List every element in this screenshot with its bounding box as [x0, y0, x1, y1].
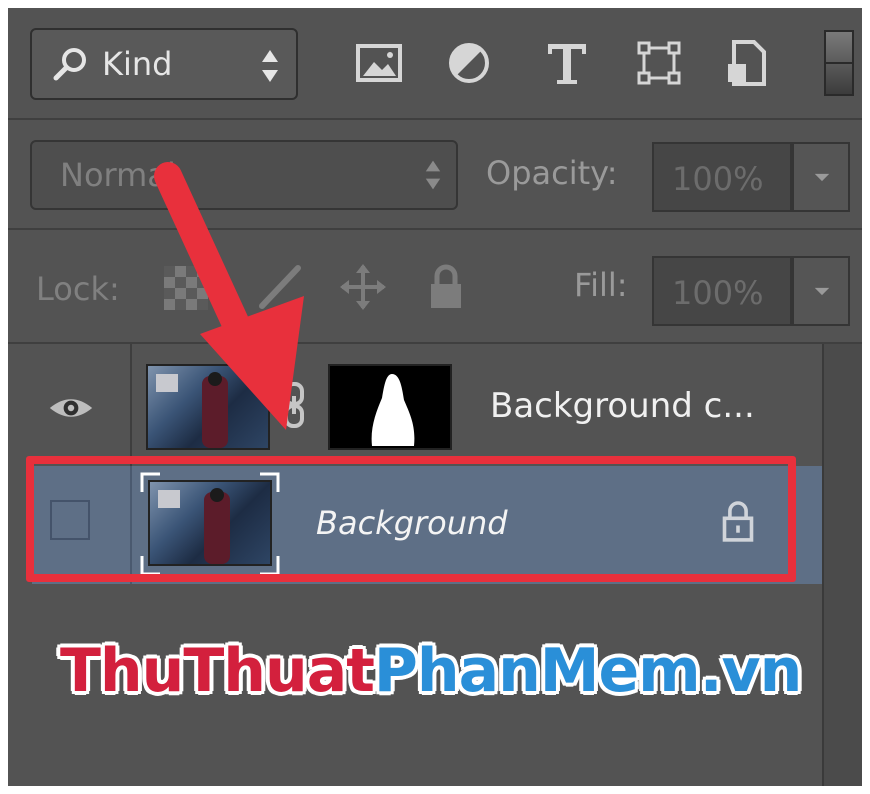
opacity-dropdown-button[interactable]	[792, 142, 850, 212]
filter-toggle-icon[interactable]	[824, 30, 854, 96]
kind-filter-select[interactable]: Kind	[30, 28, 298, 100]
eye-visibility-icon[interactable]	[48, 394, 94, 422]
layers-scrollbar[interactable]	[822, 344, 862, 786]
kind-filter-label: Kind	[102, 45, 173, 83]
filter-row: Kind	[8, 8, 862, 118]
chevron-down-icon	[814, 173, 830, 182]
layer-row[interactable]: Background c...	[8, 344, 822, 466]
opacity-value: 100%	[672, 160, 764, 198]
lock-row: Lock: Fill: 100%	[8, 230, 862, 342]
image-filter-icon[interactable]	[354, 38, 404, 88]
mask-silhouette-icon	[371, 374, 415, 446]
lock-label: Lock:	[36, 270, 120, 308]
annotation-highlight-box	[26, 456, 796, 582]
watermark: ThuThuatPhanMem.vn	[60, 636, 802, 706]
lock-all-icon[interactable]	[426, 262, 466, 312]
fill-field[interactable]: 100%	[652, 256, 792, 326]
fill-value: 100%	[672, 274, 764, 312]
fill-dropdown-button[interactable]	[792, 256, 850, 326]
updown-arrows-icon	[425, 160, 441, 190]
blend-row: Normal Opacity: 100%	[8, 120, 862, 228]
adjustment-filter-icon[interactable]	[444, 38, 494, 88]
search-icon	[53, 48, 86, 81]
layers-panel: Kind Normal Opacity: 100% Lock: Fill: 10…	[8, 8, 862, 786]
opacity-field[interactable]: 100%	[652, 142, 792, 212]
chevron-down-icon	[814, 287, 830, 296]
layer-mask-thumbnail[interactable]	[328, 364, 452, 450]
layer-name[interactable]: Background c...	[490, 386, 755, 426]
annotation-arrow-icon	[154, 162, 304, 430]
smart-object-filter-icon[interactable]	[722, 38, 772, 88]
fill-label: Fill:	[574, 266, 628, 304]
updown-arrows-icon	[262, 50, 278, 82]
shape-filter-icon[interactable]	[634, 38, 684, 88]
opacity-label: Opacity:	[486, 154, 618, 192]
type-filter-icon[interactable]	[542, 38, 592, 88]
